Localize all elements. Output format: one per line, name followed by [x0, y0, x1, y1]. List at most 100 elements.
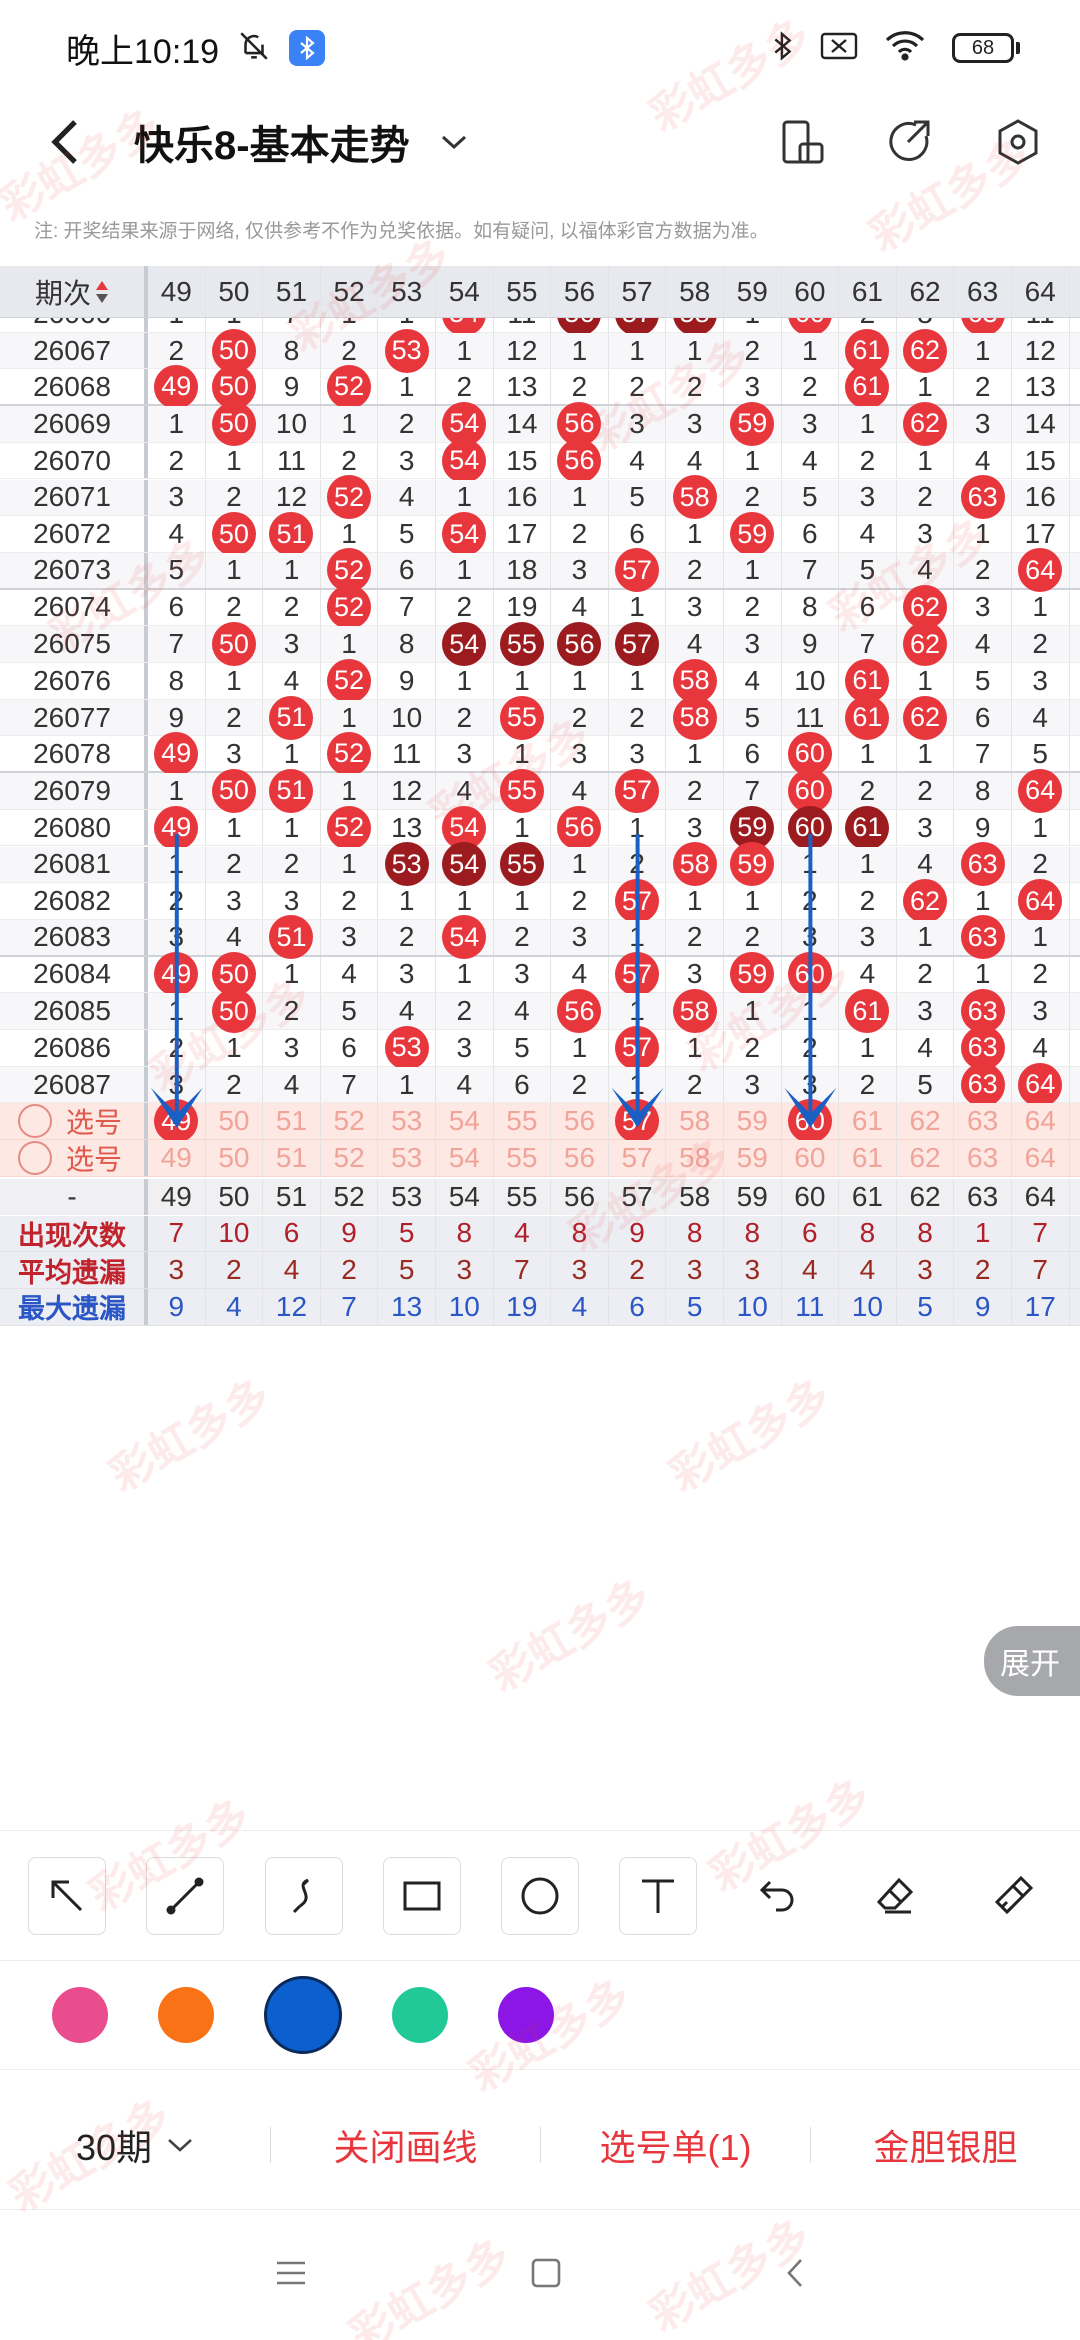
- pick-number-cell[interactable]: 51: [263, 1140, 321, 1176]
- pick-number-cell[interactable]: 55: [494, 1140, 552, 1176]
- pick-number-cell[interactable]: 59: [724, 1140, 782, 1176]
- number-cell: 4: [666, 442, 724, 479]
- pick-number-cell[interactable]: 50: [206, 1140, 264, 1176]
- pick-number-cell[interactable]: 63: [954, 1103, 1012, 1140]
- color-swatch[interactable]: [392, 1987, 448, 2043]
- drawn-number-ball: 51: [269, 695, 314, 740]
- broom-icon: [994, 1875, 1033, 1914]
- color-swatch[interactable]: [264, 1976, 342, 2054]
- pick-number-cell[interactable]: 64: [1012, 1103, 1070, 1140]
- column-header: 60: [782, 266, 840, 317]
- stat-value: 19: [494, 1288, 552, 1325]
- page-title[interactable]: 快乐8-基本走势: [134, 113, 410, 171]
- pick-number-cell[interactable]: 58: [666, 1103, 724, 1140]
- selected-number-ball[interactable]: 49: [154, 1099, 199, 1144]
- number-cell: 1: [494, 809, 552, 846]
- pick-number-cell[interactable]: 56: [551, 1103, 609, 1140]
- settings-button[interactable]: [990, 114, 1046, 170]
- clear-all-button[interactable]: [973, 1856, 1052, 1935]
- pick-number-cell[interactable]: 62: [897, 1103, 955, 1140]
- number-cell: 5: [954, 663, 1012, 699]
- pick-number-cell[interactable]: 61: [839, 1103, 897, 1140]
- pick-number-cell[interactable]: 55: [494, 1103, 552, 1140]
- rotate-screen-button[interactable]: [774, 114, 830, 170]
- pick-number-cell[interactable]: 54: [436, 1140, 494, 1176]
- period-header[interactable]: 期次: [0, 266, 148, 317]
- pick-number-cell[interactable]: 60: [782, 1099, 840, 1144]
- number-cell: 3: [378, 442, 436, 479]
- curve-tool-button[interactable]: [264, 1856, 343, 1935]
- pick-number-cell[interactable]: 53: [378, 1140, 436, 1176]
- pick-number-cell[interactable]: 62: [897, 1140, 955, 1176]
- pick-number-cell[interactable]: 53: [378, 1103, 436, 1140]
- close-lines-button[interactable]: 关闭画线: [271, 2115, 540, 2175]
- period-select[interactable]: 30期: [0, 2115, 270, 2175]
- pick-number-cell[interactable]: 51: [263, 1103, 321, 1140]
- number-cell: 53: [378, 842, 436, 887]
- number-cell: 3: [954, 406, 1012, 442]
- number-cell: 2: [436, 699, 494, 736]
- back-arrow-icon: [51, 120, 77, 164]
- color-swatch[interactable]: [158, 1987, 214, 2043]
- number-cell: 1: [1012, 919, 1070, 955]
- pick-number-cell[interactable]: 63: [954, 1140, 1012, 1176]
- gold-silver-button[interactable]: 金胆银胆: [811, 2115, 1080, 2175]
- pick-number-cell[interactable]: 50: [206, 1103, 264, 1140]
- pick-number-cell[interactable]: 54: [436, 1103, 494, 1140]
- undo-button[interactable]: [737, 1856, 816, 1935]
- color-swatch[interactable]: [52, 1987, 108, 2043]
- expand-button[interactable]: 展开: [984, 1626, 1080, 1696]
- bluetooth-icon: [772, 29, 794, 68]
- pick-number-cell[interactable]: 61: [839, 1140, 897, 1176]
- rectangle-tool-button[interactable]: [382, 1856, 461, 1935]
- pick-number-cell[interactable]: 52: [321, 1103, 379, 1140]
- pick-row-label[interactable]: 选号: [0, 1140, 148, 1176]
- number-cell: 63: [954, 475, 1012, 520]
- color-swatch[interactable]: [498, 1987, 554, 2043]
- pick-number-cell[interactable]: 64: [1012, 1140, 1070, 1176]
- share-button[interactable]: [882, 114, 938, 170]
- number-cell: 11: [378, 736, 436, 772]
- pick-number-cell[interactable]: 57: [609, 1140, 667, 1176]
- eraser-button[interactable]: [855, 1856, 934, 1935]
- menu-icon: [277, 2261, 305, 2284]
- pick-number-cell[interactable]: 49: [148, 1099, 206, 1144]
- table-row: 26081 1 2 2 1 53 54 55 1 2 58 59 1 1 4 63 2: [0, 842, 1080, 887]
- pick-number-cell[interactable]: 58: [666, 1140, 724, 1176]
- pick-number-cell[interactable]: 57: [609, 1099, 667, 1144]
- line-tool-button[interactable]: [146, 1856, 225, 1935]
- number-cell: 62: [897, 328, 955, 373]
- pick-radio[interactable]: [18, 1140, 52, 1175]
- pick-number-cell[interactable]: 56: [551, 1140, 609, 1176]
- text-tool-button[interactable]: [619, 1856, 698, 1935]
- pick-number-cell[interactable]: 49: [148, 1140, 206, 1176]
- selected-number-ball[interactable]: 57: [615, 1099, 660, 1144]
- number-cell: 5: [897, 1066, 955, 1103]
- selected-number-ball[interactable]: 60: [787, 1099, 832, 1144]
- column-header: 51: [263, 266, 321, 317]
- column-header: 60: [782, 1178, 840, 1216]
- number-cell: 54: [436, 512, 494, 557]
- pick-list-button[interactable]: 选号单(1): [541, 2115, 810, 2175]
- pick-number-cell[interactable]: 60: [782, 1140, 840, 1176]
- pick-row-label[interactable]: 选号: [0, 1103, 148, 1140]
- number-cell: 2: [609, 699, 667, 736]
- pick-number-cell[interactable]: 59: [724, 1103, 782, 1140]
- arrow-tool-button[interactable]: [28, 1856, 107, 1935]
- circle-tool-button[interactable]: [500, 1856, 579, 1935]
- number-cell: 8: [378, 626, 436, 662]
- title-dropdown-button[interactable]: [424, 112, 484, 172]
- number-cell: 1: [1012, 589, 1070, 626]
- home-nav-button[interactable]: [529, 2256, 563, 2295]
- menu-nav-button[interactable]: [273, 2258, 309, 2293]
- number-cell: 4: [551, 773, 609, 809]
- column-header: 62: [897, 1178, 955, 1216]
- back-button[interactable]: [0, 96, 130, 188]
- back-nav-button[interactable]: [783, 2256, 807, 2295]
- pick-number-cell[interactable]: 52: [321, 1140, 379, 1176]
- number-cell: 4: [551, 589, 609, 626]
- number-cell: 54: [436, 842, 494, 887]
- text-icon: [642, 1879, 675, 1913]
- number-cell: 1: [551, 479, 609, 516]
- pick-radio[interactable]: [18, 1104, 52, 1139]
